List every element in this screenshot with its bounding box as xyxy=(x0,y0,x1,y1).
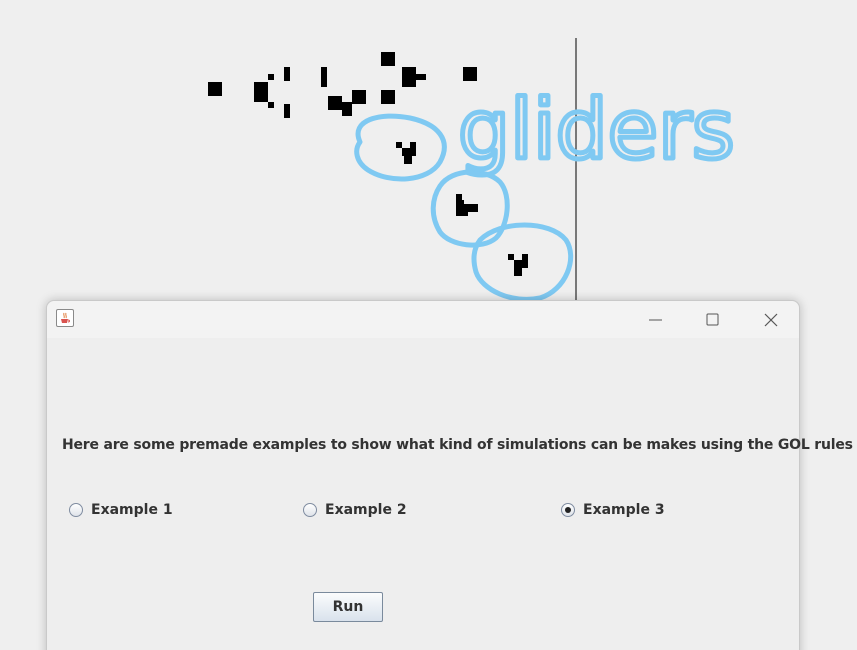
live-cell xyxy=(456,194,462,200)
description-label: Here are some premade examples to show w… xyxy=(62,437,853,453)
example-2-radio[interactable]: Example 2 xyxy=(303,501,407,519)
live-cell xyxy=(463,67,477,81)
close-button[interactable] xyxy=(747,305,793,335)
live-cell xyxy=(404,156,412,164)
title-bar[interactable] xyxy=(47,301,799,338)
desktop-stage: gliders Here are some premade examples t… xyxy=(0,0,857,650)
live-cell xyxy=(410,142,416,148)
live-cell xyxy=(416,74,426,80)
live-cell xyxy=(456,200,464,208)
live-cell xyxy=(352,90,366,104)
example-3-radio[interactable]: Example 3 xyxy=(561,501,665,519)
close-icon xyxy=(764,313,778,327)
examples-dialog: Here are some premade examples to show w… xyxy=(46,300,853,650)
live-cell xyxy=(381,52,395,66)
live-cell xyxy=(402,67,416,87)
live-cell xyxy=(456,208,468,216)
example-2-label[interactable]: Example 2 xyxy=(325,502,407,518)
live-cell xyxy=(284,104,290,118)
maximize-icon xyxy=(706,313,719,326)
live-cell xyxy=(396,142,402,148)
live-cell xyxy=(514,260,522,268)
live-cell xyxy=(508,254,514,260)
gliders-annotation-text: gliders xyxy=(458,83,735,178)
dialog-content: Here are some premade examples to show w… xyxy=(47,338,853,650)
radio-indicator[interactable] xyxy=(303,503,317,517)
live-cell xyxy=(328,96,342,110)
live-cell xyxy=(268,102,274,108)
example-3-label[interactable]: Example 3 xyxy=(583,502,665,518)
minimize-button[interactable] xyxy=(631,305,677,335)
radio-indicator[interactable] xyxy=(69,503,83,517)
live-cell xyxy=(522,254,528,268)
live-cell xyxy=(321,67,327,87)
live-cell xyxy=(208,82,222,96)
example-1-radio[interactable]: Example 1 xyxy=(69,501,173,519)
live-cell xyxy=(268,74,274,80)
radio-selected-dot xyxy=(565,507,571,513)
maximize-button[interactable] xyxy=(687,305,733,335)
glider-annotations: gliders xyxy=(354,81,737,302)
live-cell xyxy=(342,102,352,116)
live-cell xyxy=(284,67,290,81)
minimize-icon xyxy=(649,319,662,321)
live-cell xyxy=(514,268,522,276)
radio-indicator[interactable] xyxy=(561,503,575,517)
live-cell xyxy=(381,90,395,104)
live-cell xyxy=(254,82,268,102)
java-cup-icon[interactable] xyxy=(56,309,74,327)
example-1-label[interactable]: Example 1 xyxy=(91,502,173,518)
live-cell xyxy=(402,148,416,156)
run-button[interactable]: Run xyxy=(313,592,383,622)
